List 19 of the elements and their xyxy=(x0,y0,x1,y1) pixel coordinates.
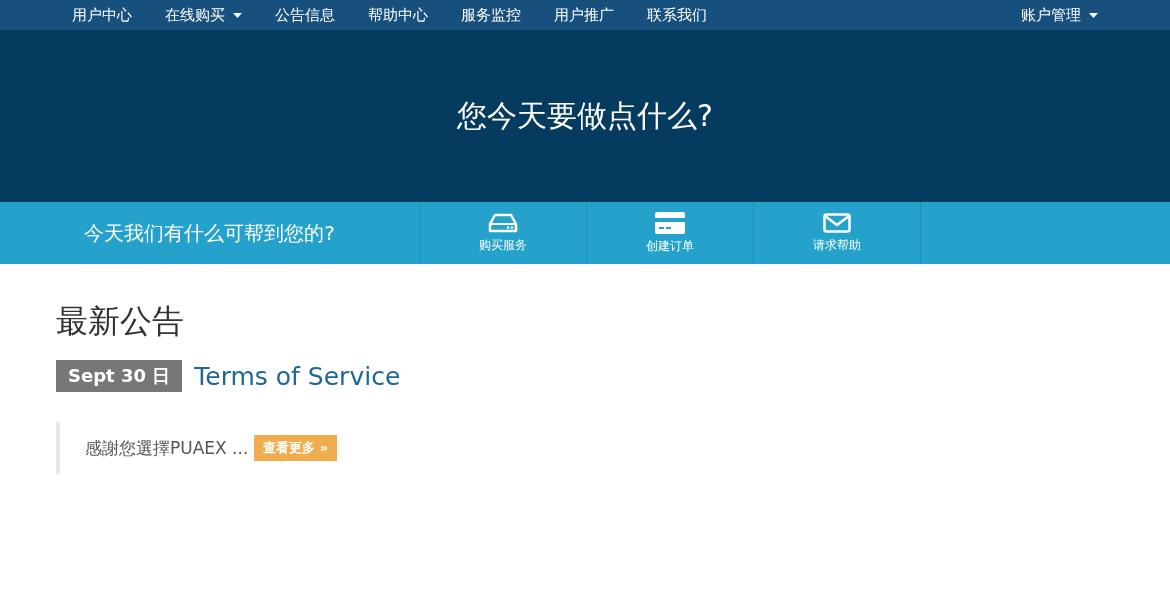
account-menu[interactable]: 账户管理 xyxy=(1021,5,1098,25)
hero-title: 您今天要做点什么? xyxy=(457,96,713,135)
announcement-link[interactable]: Terms of Service xyxy=(194,361,401,391)
credit-card-icon xyxy=(655,211,685,234)
envelope-icon xyxy=(823,212,851,233)
excerpt-text: 感謝您選擇PUAEX ... xyxy=(85,436,249,460)
help-prompt: 今天我们有什么可帮到您的? xyxy=(0,202,420,264)
caret-icon xyxy=(233,12,242,18)
hard-drive-icon xyxy=(488,212,518,233)
announcements-heading: 最新公告 xyxy=(56,301,185,342)
caret-icon xyxy=(1089,12,1098,18)
nav-link[interactable]: 用户推广 xyxy=(554,5,614,25)
date-label: Sept 30 日 xyxy=(56,360,183,392)
nav-link[interactable]: 在线购买 xyxy=(165,5,242,25)
nav-link[interactable]: 服务监控 xyxy=(461,5,521,25)
nav-link[interactable]: 公告信息 xyxy=(275,5,335,25)
nav-link[interactable]: 用户中心 xyxy=(72,5,132,25)
nav-link[interactable]: 联系我们 xyxy=(647,5,707,25)
nav-link[interactable]: 帮助中心 xyxy=(368,5,428,25)
